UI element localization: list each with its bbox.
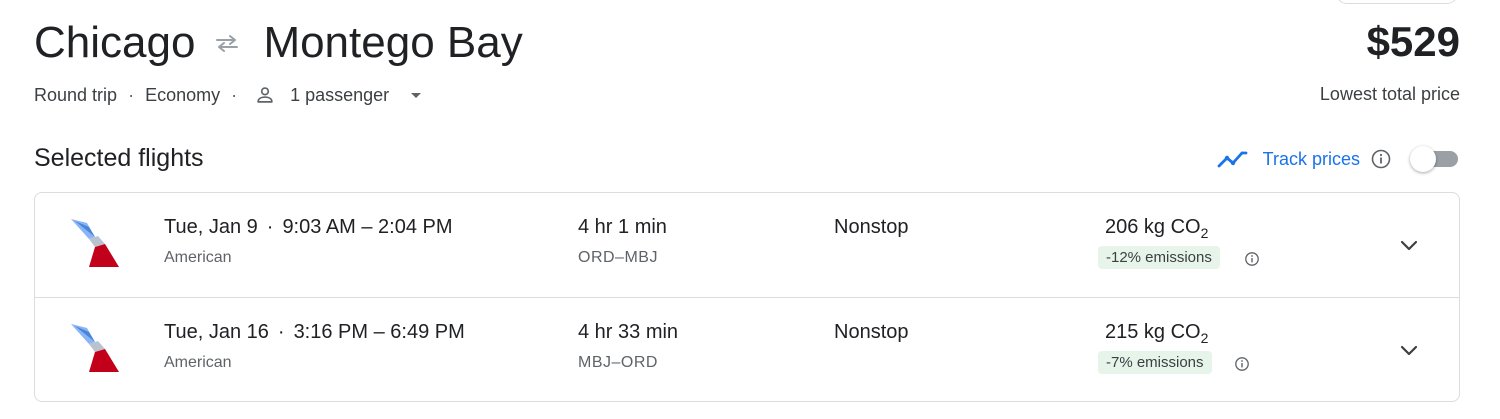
american-airlines-logo [69,217,119,269]
track-prices-label[interactable]: Track prices [1263,149,1360,170]
flight-times: Tue, Jan 9 · 9:03 AM – 2:04 PM [164,216,453,239]
destination-city: Montego Bay [263,18,523,67]
info-icon[interactable] [1370,148,1392,170]
flight-booking-summary: Chicago Montego Bay $529 Lowest total pr… [0,0,1500,419]
flight-date: Tue, Jan 9 [164,216,258,238]
emissions-subscript: 2 [1200,330,1209,346]
flight-row[interactable]: Tue, Jan 16 · 3:16 PM – 6:49 PM American 4… [35,297,1459,401]
emissions-badge: -12% emissions [1098,246,1220,269]
american-airlines-logo [69,322,119,374]
trip-type: Round trip [34,84,118,105]
swap-arrows-icon [213,33,241,53]
flight-row[interactable]: Tue, Jan 9 · 9:03 AM – 2:04 PM American 4 … [35,193,1459,297]
chevron-down-icon[interactable] [1397,233,1421,257]
flight-stops: Nonstop [834,216,909,238]
flight-time-range: 3:16 PM – 6:49 PM [293,321,465,343]
total-price: $529 [1366,18,1460,65]
trending-icon [1217,149,1249,169]
trip-options: Round trip · Economy · 1 passenger [34,82,423,108]
emissions-subscript: 2 [1200,225,1209,241]
info-icon[interactable] [1244,251,1260,267]
flight-emissions: 206 kg CO2 [1105,216,1208,241]
caret-down-icon[interactable] [409,90,423,100]
flight-airports: MBJ–ORD [578,354,658,371]
flight-times: Tue, Jan 16 · 3:16 PM – 6:49 PM [164,321,465,344]
person-icon[interactable] [254,84,276,106]
origin-city: Chicago [34,18,196,67]
flight-duration: 4 hr 33 min [578,321,679,343]
separator-dot: · [231,84,238,105]
emissions-value: 215 kg CO [1105,321,1201,343]
separator-dot: · [266,216,274,238]
emissions-value: 206 kg CO [1105,216,1201,238]
cabin-class: Economy [145,84,221,105]
flight-date: Tue, Jan 16 [164,321,269,343]
airline-name: American [164,249,232,266]
price-label: Lowest total price [1319,84,1460,104]
info-icon[interactable] [1234,356,1250,372]
route-header: Chicago Montego Bay [34,14,523,72]
flight-time-range: 9:03 AM – 2:04 PM [282,216,453,238]
selected-flights-list: Tue, Jan 9 · 9:03 AM – 2:04 PM American 4 … [34,192,1460,402]
chevron-down-icon[interactable] [1397,338,1421,362]
emissions-badge: -7% emissions [1098,351,1212,374]
airline-name: American [164,354,232,371]
separator-dot: · [128,84,135,105]
selected-flights-title: Selected flights [34,144,204,172]
flight-airports: ORD–MBJ [578,249,658,266]
flight-stops: Nonstop [834,321,909,343]
toggle-knob[interactable] [1410,146,1436,172]
top-button-partial[interactable] [1336,0,1458,4]
track-prices[interactable]: Track prices [1217,144,1460,174]
track-prices-toggle[interactable] [1410,146,1460,172]
flight-emissions: 215 kg CO2 [1105,321,1208,346]
separator-dot: · [277,321,285,343]
passenger-count[interactable]: 1 passenger [290,85,389,106]
flight-duration: 4 hr 1 min [578,216,667,238]
